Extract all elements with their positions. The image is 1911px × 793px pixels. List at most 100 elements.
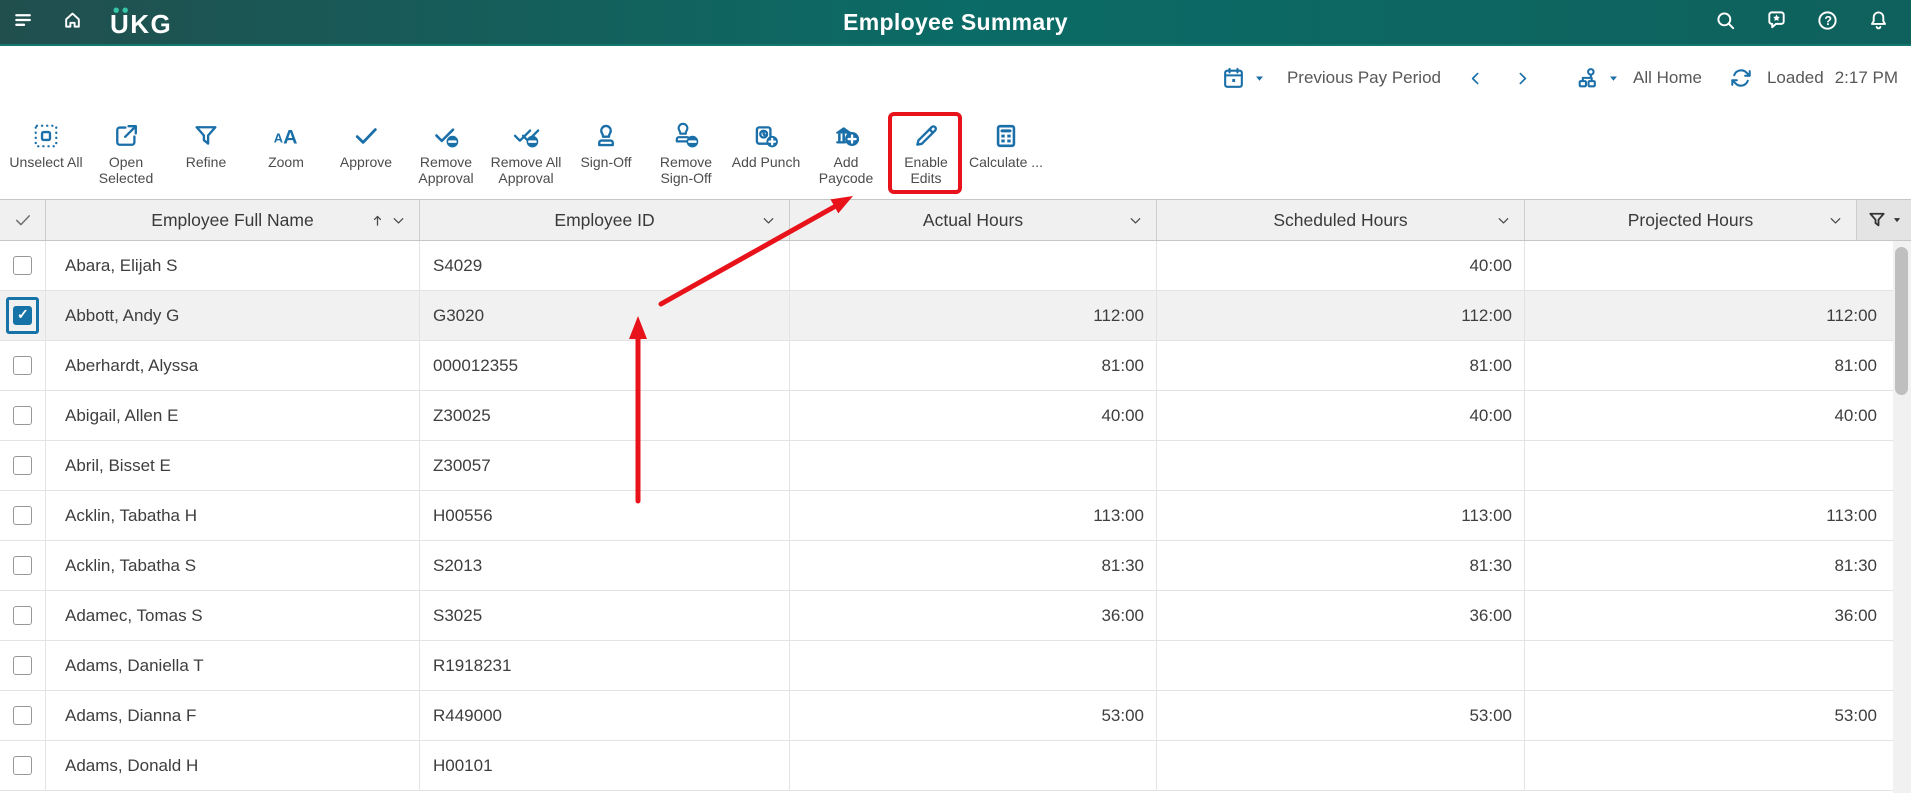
previous-period-button[interactable]: [1467, 70, 1484, 87]
sign-off-icon: [592, 122, 620, 150]
row-checkbox[interactable]: [13, 356, 32, 375]
home-button[interactable]: [61, 9, 84, 35]
timeframe-selector[interactable]: [1221, 66, 1265, 91]
table-row[interactable]: Abbott, Andy G G3020 112:00 112:00 112:0…: [0, 291, 1893, 341]
scheduled-hours-cell: 81:30: [1157, 541, 1525, 590]
scheduled-hours-cell: 36:00: [1157, 591, 1525, 640]
toolbar-button-add-punch[interactable]: Add Punch: [726, 116, 806, 170]
table-row[interactable]: Abara, Elijah S S4029 40:00: [0, 241, 1893, 291]
row-checkbox[interactable]: [13, 756, 32, 775]
toolbar-button-zoom[interactable]: AA Zoom: [246, 116, 326, 170]
row-select-cell: [0, 341, 46, 390]
table-row[interactable]: Adams, Daniella T R1918231: [0, 641, 1893, 691]
caret-down-icon: [1254, 73, 1265, 84]
scheduled-hours-cell: 40:00: [1157, 241, 1525, 290]
column-header-scheduled-hours[interactable]: Scheduled Hours: [1157, 200, 1525, 240]
employee-id-cell: H00556: [420, 491, 790, 540]
row-checkbox[interactable]: [13, 656, 32, 675]
select-all-header[interactable]: [0, 200, 46, 240]
row-checkbox[interactable]: [13, 456, 32, 475]
scheduled-hours-cell: [1157, 741, 1525, 790]
search-button[interactable]: [1714, 9, 1737, 35]
actual-hours-cell: 113:00: [790, 491, 1157, 540]
column-header-employee-full-name[interactable]: Employee Full Name: [46, 200, 420, 240]
scheduled-hours-cell: 53:00: [1157, 691, 1525, 740]
row-checkbox[interactable]: [13, 406, 32, 425]
table-row[interactable]: Adams, Dianna F R449000 53:00 53:00 53:0…: [0, 691, 1893, 741]
table-row[interactable]: Aberhardt, Alyssa 000012355 81:00 81:00 …: [0, 341, 1893, 391]
table-row[interactable]: Abigail, Allen E Z30025 40:00 40:00 40:0…: [0, 391, 1893, 441]
column-header-actual-hours[interactable]: Actual Hours: [790, 200, 1157, 240]
row-checkbox[interactable]: [13, 256, 32, 275]
context-bar: Previous Pay Period All Home Loaded 2:17…: [0, 46, 1911, 110]
employee-name-cell: Acklin, Tabatha H: [46, 491, 420, 540]
help-button[interactable]: ?: [1816, 9, 1839, 35]
row-select-cell: [0, 391, 46, 440]
employee-name-cell: Adamec, Tomas S: [46, 591, 420, 640]
actual-hours-cell: 53:00: [790, 691, 1157, 740]
projected-hours-cell: 36:00: [1525, 591, 1893, 640]
row-select-cell: [0, 541, 46, 590]
projected-hours-cell: 81:00: [1525, 341, 1893, 390]
row-select-cell: [0, 741, 46, 790]
actual-hours-cell: [790, 741, 1157, 790]
employee-name-cell: Abbott, Andy G: [46, 291, 420, 340]
toolbar-button-open-selected[interactable]: Open Selected: [86, 116, 166, 186]
column-header-projected-hours[interactable]: Projected Hours: [1525, 200, 1857, 240]
table-filter-button[interactable]: [1857, 200, 1911, 240]
chevron-down-icon: [1827, 212, 1844, 229]
actual-hours-cell: [790, 241, 1157, 290]
employee-name-cell: Abigail, Allen E: [46, 391, 420, 440]
home-icon: [61, 9, 84, 32]
column-label: Actual Hours: [923, 210, 1023, 231]
next-period-button[interactable]: [1514, 70, 1531, 87]
search-icon: [1714, 9, 1737, 32]
toolbar-button-add-paycode[interactable]: Add Paycode: [806, 116, 886, 186]
actual-hours-cell: 112:00: [790, 291, 1157, 340]
scrollbar-thumb[interactable]: [1895, 247, 1908, 395]
main-menu-button[interactable]: [13, 9, 36, 35]
table-row[interactable]: Adams, Donald H H00101: [0, 741, 1893, 791]
row-select-cell: [0, 491, 46, 540]
row-checkbox[interactable]: [13, 706, 32, 725]
chevron-down-icon: [1495, 212, 1512, 229]
feedback-chat-icon: [1765, 9, 1788, 32]
toolbar-button-calculate[interactable]: Calculate ...: [966, 116, 1046, 170]
scheduled-hours-cell: 113:00: [1157, 491, 1525, 540]
table-row[interactable]: Abril, Bisset E Z30057: [0, 441, 1893, 491]
scheduled-hours-cell: 40:00: [1157, 391, 1525, 440]
toolbar-button-remove-approval[interactable]: Remove Approval: [406, 116, 486, 186]
table-row[interactable]: Adamec, Tomas S S3025 36:00 36:00 36:00: [0, 591, 1893, 641]
enable-edits-icon: [912, 122, 940, 150]
toolbar-button-label: Enable Edits: [900, 154, 952, 186]
table-row[interactable]: Acklin, Tabatha S S2013 81:30 81:30 81:3…: [0, 541, 1893, 591]
toolbar-button-unselect-all[interactable]: Unselect All: [6, 116, 86, 170]
column-label: Projected Hours: [1628, 210, 1753, 231]
toolbar-button-label: Remove Sign-Off: [647, 154, 725, 186]
row-checkbox[interactable]: [13, 606, 32, 625]
feedback-button[interactable]: [1765, 9, 1788, 35]
toolbar-button-approve[interactable]: Approve: [326, 116, 406, 170]
row-checkbox[interactable]: [13, 306, 32, 325]
toolbar-button-label: Zoom: [268, 154, 304, 170]
vertical-scrollbar[interactable]: [1893, 241, 1911, 793]
sort-ascending-icon: [369, 212, 386, 229]
calculate-icon: [992, 122, 1020, 150]
toolbar-button-remove-all-approval[interactable]: Remove All Approval: [486, 116, 566, 186]
hyperfind-selector[interactable]: [1575, 66, 1619, 91]
notifications-button[interactable]: [1867, 9, 1890, 35]
scheduled-hours-cell: [1157, 441, 1525, 490]
toolbar-button-label: Refine: [186, 154, 226, 170]
row-checkbox[interactable]: [13, 506, 32, 525]
refresh-button[interactable]: [1730, 67, 1752, 89]
projected-hours-cell: 112:00: [1525, 291, 1893, 340]
row-checkbox[interactable]: [13, 556, 32, 575]
column-header-employee-id[interactable]: Employee ID: [420, 200, 790, 240]
table-row[interactable]: Acklin, Tabatha H H00556 113:00 113:00 1…: [0, 491, 1893, 541]
employee-id-cell: 000012355: [420, 341, 790, 390]
toolbar-button-remove-sign-off[interactable]: Remove Sign-Off: [646, 116, 726, 186]
toolbar-button-enable-edits[interactable]: Enable Edits: [886, 116, 966, 186]
calendar-icon: [1221, 66, 1246, 91]
toolbar-button-sign-off[interactable]: Sign-Off: [566, 116, 646, 170]
toolbar-button-refine[interactable]: Refine: [166, 116, 246, 170]
